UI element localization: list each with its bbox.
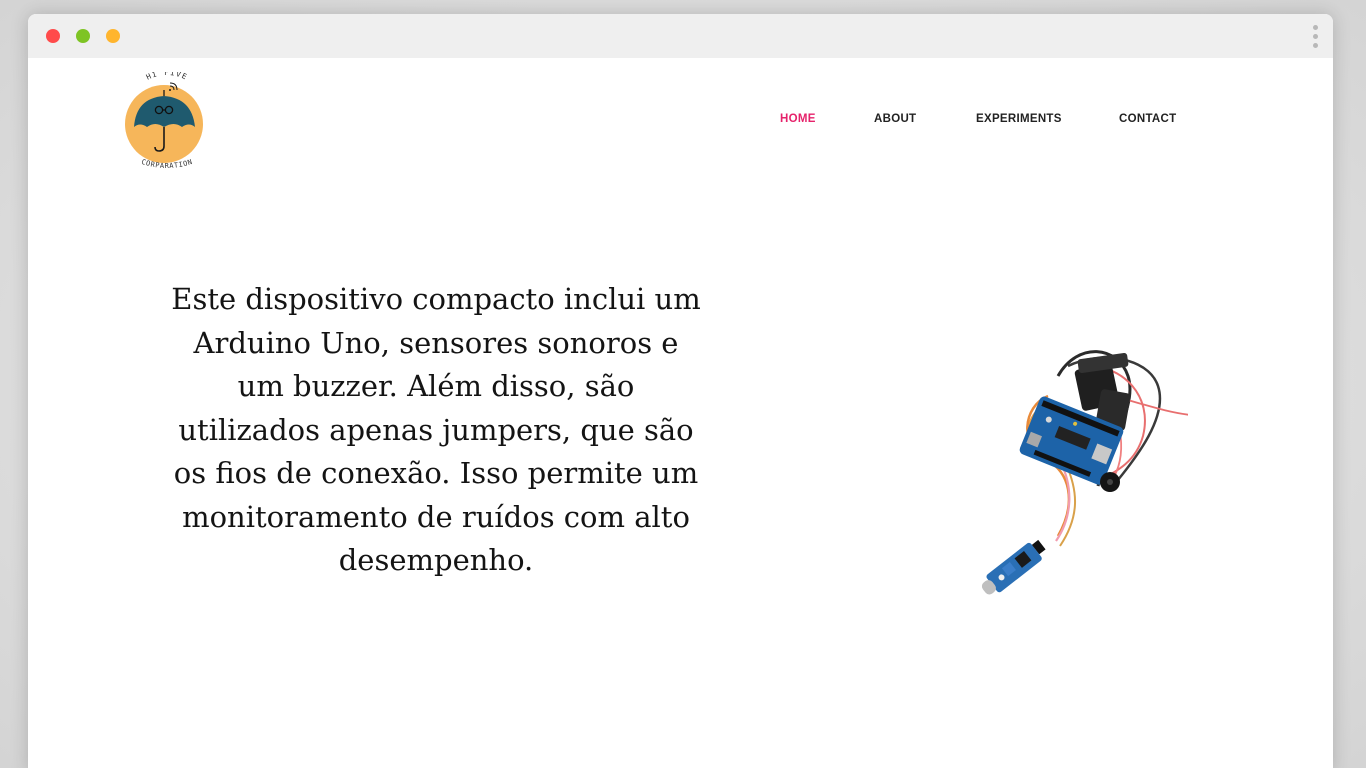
hero-description: Este dispositivo compacto inclui um Ardu…	[171, 282, 701, 577]
nav-about-link[interactable]: ABOUT	[874, 113, 916, 125]
svg-text:HI FIVE: HI FIVE	[145, 72, 190, 82]
nav-home-link[interactable]: HOME	[780, 113, 816, 125]
minimize-window-button[interactable]	[76, 29, 90, 43]
window-titlebar	[28, 14, 1333, 58]
nav-contact-link[interactable]: CONTACT	[1119, 113, 1176, 125]
maximize-window-button[interactable]	[106, 29, 120, 43]
arduino-device-image	[948, 336, 1207, 606]
main-navigation: HOME ABOUT EXPERIMENTS CONTACT	[28, 113, 1333, 129]
arduino-board-icon	[981, 350, 1207, 595]
browser-window: HI FIVE CORPARATION HOME ABOUT EXPERIMEN…	[28, 14, 1333, 768]
logo-top-text: HI FIVE	[145, 68, 188, 82]
nav-experiments-link[interactable]: EXPERIMENTS	[976, 113, 1062, 125]
close-window-button[interactable]	[46, 29, 60, 43]
vertical-dots-icon[interactable]	[1311, 25, 1319, 49]
